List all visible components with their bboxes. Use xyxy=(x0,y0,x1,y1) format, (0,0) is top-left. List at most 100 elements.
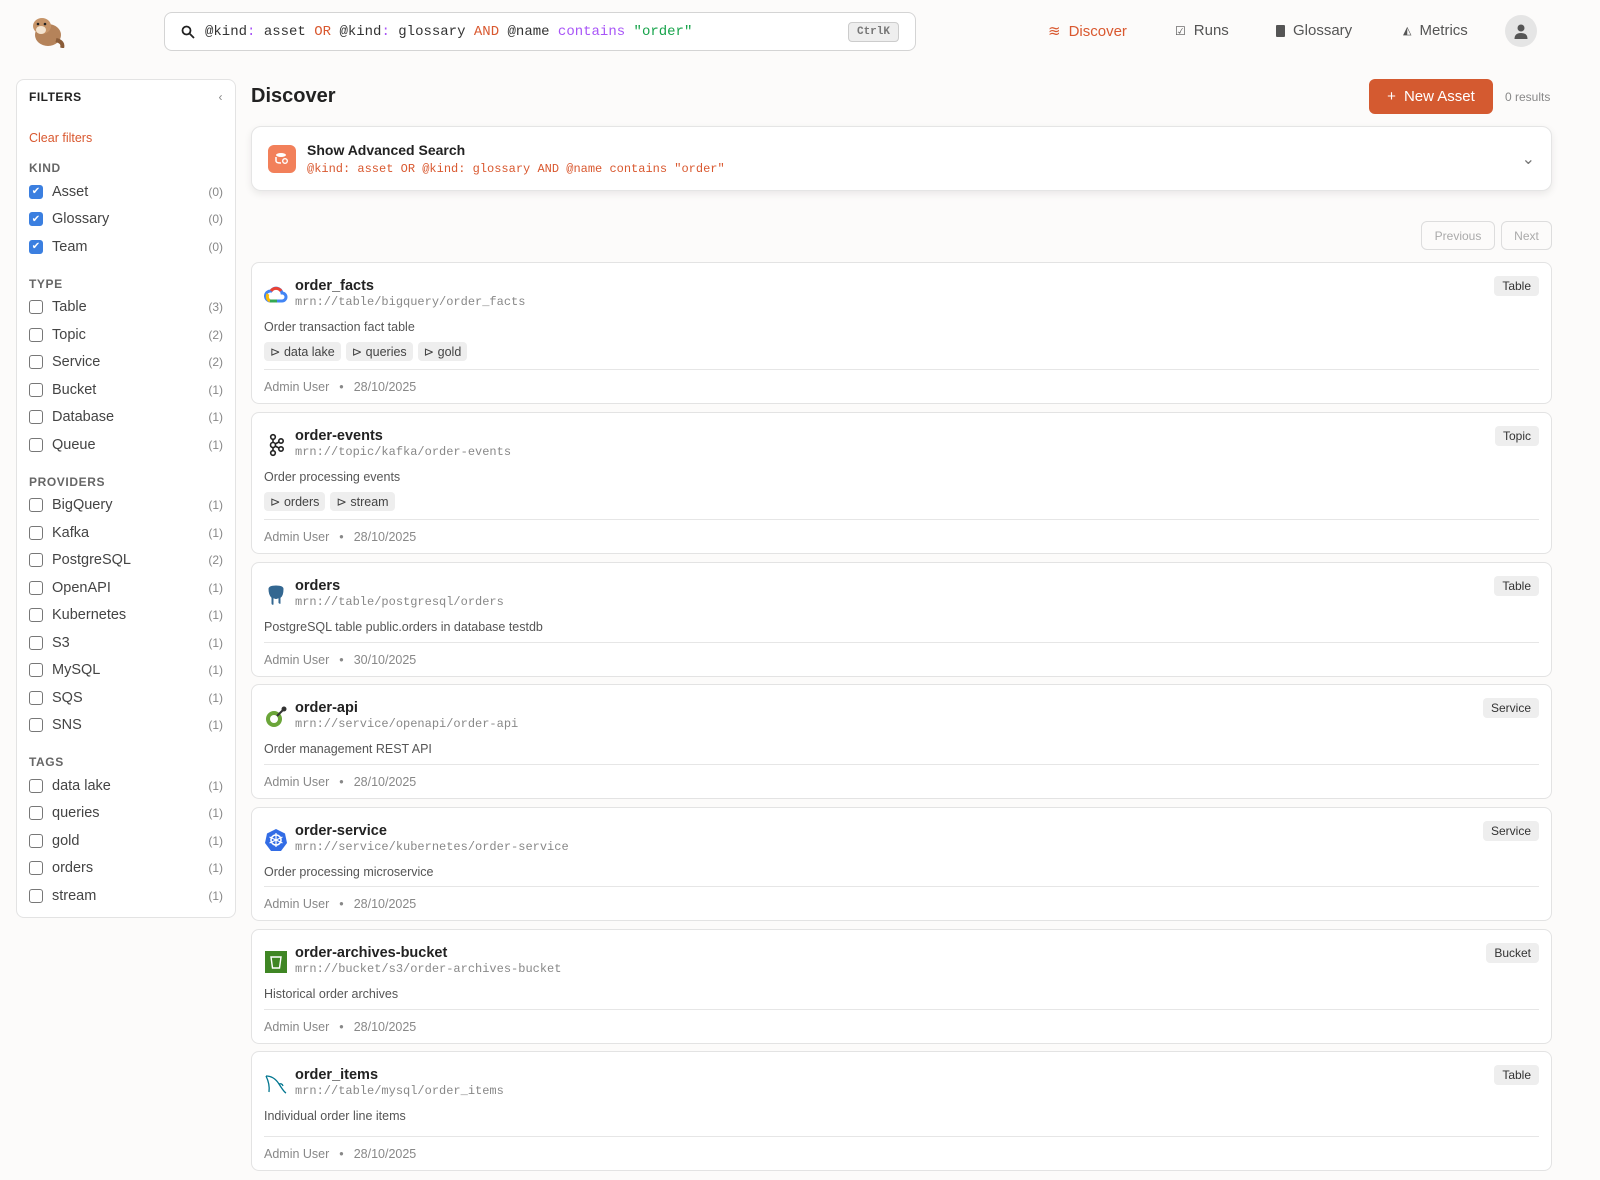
checkbox[interactable] xyxy=(29,438,43,452)
new-asset-button[interactable]: +New Asset xyxy=(1369,79,1493,114)
checkbox[interactable] xyxy=(29,806,43,820)
asset-name[interactable]: order-service xyxy=(295,823,387,839)
checkbox[interactable] xyxy=(29,779,43,793)
tag-chip[interactable]: ⊳ gold xyxy=(418,342,468,361)
filter-option[interactable]: ✔Glossary(0) xyxy=(29,206,223,234)
tag-chip[interactable]: ⊳ orders xyxy=(264,492,325,511)
book-icon xyxy=(1276,25,1285,37)
filter-option[interactable]: S3(1) xyxy=(29,629,223,657)
checkbox[interactable] xyxy=(29,861,43,875)
checkbox[interactable] xyxy=(29,636,43,650)
asset-card[interactable]: orders mrn://table/postgresql/orders Tab… xyxy=(251,562,1552,677)
next-page-button[interactable]: Next xyxy=(1501,221,1552,250)
tag-label: queries xyxy=(366,345,407,359)
asset-card[interactable]: order-service mrn://service/kubernetes/o… xyxy=(251,807,1552,921)
search-input[interactable]: @kind: asset OR @kind: glossary AND @nam… xyxy=(164,12,916,51)
filter-option[interactable]: PostgreSQL(2) xyxy=(29,547,223,575)
shortcut-hint: CtrlK xyxy=(848,22,899,42)
filter-label: BigQuery xyxy=(52,497,112,513)
checkbox[interactable] xyxy=(29,718,43,732)
nav-glossary[interactable]: Glossary xyxy=(1276,22,1352,39)
asset-footer: Admin User•28/10/2025 xyxy=(264,1009,1539,1043)
tag-chip[interactable]: ⊳ stream xyxy=(330,492,394,511)
filter-option[interactable]: SNS(1) xyxy=(29,712,223,740)
asset-mrn: mrn://table/mysql/order_items xyxy=(295,1084,504,1098)
collapse-sidebar-icon[interactable]: ‹ xyxy=(219,90,224,104)
filter-option[interactable]: SQS(1) xyxy=(29,684,223,712)
asset-card[interactable]: order-events mrn://topic/kafka/order-eve… xyxy=(251,412,1552,554)
query-token: AND xyxy=(474,24,499,40)
asset-card[interactable]: order-api mrn://service/openapi/order-ap… xyxy=(251,684,1552,799)
asset-name[interactable]: order_items xyxy=(295,1067,378,1083)
filter-option[interactable]: queries(1) xyxy=(29,800,223,828)
asset-name[interactable]: order_facts xyxy=(295,278,374,294)
filter-count: (1) xyxy=(208,834,223,848)
asset-name[interactable]: order-events xyxy=(295,428,383,444)
asset-name[interactable]: order-archives-bucket xyxy=(295,945,447,961)
search-icon xyxy=(181,25,195,39)
app-logo[interactable] xyxy=(28,14,66,48)
previous-page-button[interactable]: Previous xyxy=(1421,221,1495,250)
filter-option[interactable]: Database(1) xyxy=(29,404,223,432)
filter-option[interactable]: gold(1) xyxy=(29,827,223,855)
checkbox[interactable] xyxy=(29,383,43,397)
nav-runs[interactable]: ☑Runs xyxy=(1175,22,1229,39)
user-avatar[interactable] xyxy=(1505,15,1537,47)
nav-discover[interactable]: ≋Discover xyxy=(1048,22,1127,40)
filter-option[interactable]: Topic(2) xyxy=(29,321,223,349)
filter-option[interactable]: Table(3) xyxy=(29,294,223,322)
clear-filters-link[interactable]: Clear filters xyxy=(29,131,223,145)
filter-option[interactable]: orders(1) xyxy=(29,855,223,883)
filter-option[interactable]: ✔Asset(0) xyxy=(29,178,223,206)
filter-option[interactable]: BigQuery(1) xyxy=(29,492,223,520)
asset-name[interactable]: orders xyxy=(295,578,340,594)
query-token: contains xyxy=(558,24,625,40)
tag-chip[interactable]: ⊳ queries xyxy=(346,342,413,361)
asset-owner: Admin User xyxy=(264,530,329,544)
filter-option[interactable]: data lake(1) xyxy=(29,772,223,800)
asset-card[interactable]: order_items mrn://table/mysql/order_item… xyxy=(251,1051,1552,1171)
filter-option[interactable]: ✔Team(0) xyxy=(29,233,223,261)
filter-option[interactable]: Queue(1) xyxy=(29,431,223,459)
checkbox[interactable] xyxy=(29,300,43,314)
filter-option[interactable]: OpenAPI(1) xyxy=(29,574,223,602)
filter-count: (2) xyxy=(208,328,223,342)
filter-option[interactable]: Kubernetes(1) xyxy=(29,602,223,630)
asset-card[interactable]: order-archives-bucket mrn://bucket/s3/or… xyxy=(251,929,1552,1044)
checkbox[interactable]: ✔ xyxy=(29,240,43,254)
filter-option[interactable]: Kafka(1) xyxy=(29,519,223,547)
asset-name[interactable]: order-api xyxy=(295,700,358,716)
checkbox[interactable]: ✔ xyxy=(29,212,43,226)
checkbox[interactable] xyxy=(29,355,43,369)
filter-count: (1) xyxy=(208,581,223,595)
query-token: @kind xyxy=(205,24,247,40)
filter-option[interactable]: Service(2) xyxy=(29,349,223,377)
tag-label: stream xyxy=(350,495,388,509)
asset-mrn: mrn://topic/kafka/order-events xyxy=(295,445,511,459)
filter-count: (1) xyxy=(208,691,223,705)
asset-description: Order processing microservice xyxy=(264,865,434,879)
checkbox[interactable] xyxy=(29,691,43,705)
tag-list: ⊳ orders ⊳ stream xyxy=(264,492,395,511)
checkbox[interactable] xyxy=(29,663,43,677)
tag-chip[interactable]: ⊳ data lake xyxy=(264,342,341,361)
filter-option[interactable]: MySQL(1) xyxy=(29,657,223,685)
checkbox[interactable] xyxy=(29,889,43,903)
checkbox[interactable] xyxy=(29,608,43,622)
checkbox[interactable] xyxy=(29,498,43,512)
checkbox[interactable] xyxy=(29,328,43,342)
filter-option[interactable]: Bucket(1) xyxy=(29,376,223,404)
filter-option[interactable]: stream(1) xyxy=(29,882,223,910)
checkbox[interactable] xyxy=(29,526,43,540)
checkbox[interactable] xyxy=(29,410,43,424)
asset-footer: Admin User•28/10/2025 xyxy=(264,369,1539,403)
checkbox[interactable] xyxy=(29,553,43,567)
checkbox[interactable]: ✔ xyxy=(29,185,43,199)
checkbox[interactable] xyxy=(29,581,43,595)
asset-card[interactable]: order_facts mrn://table/bigquery/order_f… xyxy=(251,262,1552,404)
advanced-search-title: Show Advanced Search xyxy=(307,142,725,158)
checkbox[interactable] xyxy=(29,834,43,848)
filter-label: Asset xyxy=(52,184,88,200)
advanced-search-toggle[interactable]: Show Advanced Search@kind: asset OR @kin… xyxy=(251,126,1552,191)
nav-metrics[interactable]: ◭Metrics xyxy=(1403,22,1468,39)
